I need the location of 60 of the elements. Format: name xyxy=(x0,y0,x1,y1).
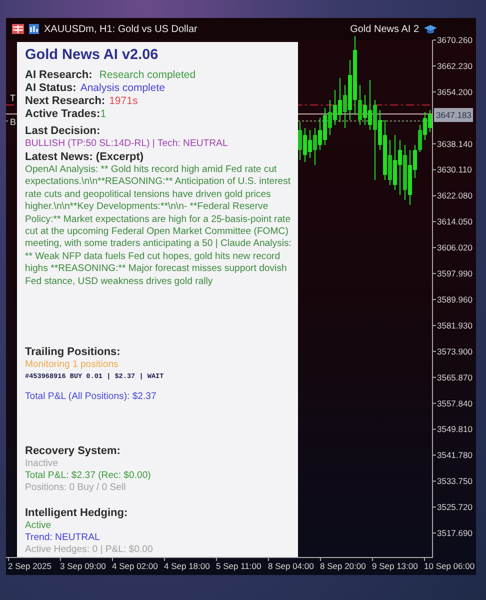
line-label: T xyxy=(9,93,16,103)
time-label: 4 Sep 18:00 xyxy=(164,558,216,575)
recovery-pnl: Total P&L: $2.37 (Rec: $0.00) xyxy=(25,470,151,482)
price-label: 3606.020 xyxy=(437,242,472,253)
decision-text: BULLISH (TP:50 SL:14D-RL) | Tech: NEUTRAL xyxy=(25,138,228,150)
status-label: Next Research: xyxy=(25,95,106,108)
time-label: 9 Sep 13:00 xyxy=(372,558,424,575)
price-label: 3589.960 xyxy=(437,294,472,304)
price-label: 3549.810 xyxy=(437,424,472,434)
chart-icon[interactable] xyxy=(29,24,39,34)
price-label: 3662.230 xyxy=(437,60,472,71)
total-pnl: Total P&L (All Positions): $2.37 xyxy=(25,391,156,404)
price-label: 3525.720 xyxy=(437,502,472,512)
price-label: 3654.200 xyxy=(437,86,472,97)
current-price-label: 3647.183 xyxy=(434,108,474,122)
status-label: AI Research: xyxy=(25,69,92,82)
time-label: 5 Sep 11:00 xyxy=(216,558,268,575)
status-label: AI Status: xyxy=(25,82,76,95)
price-label: 3533.750 xyxy=(437,476,472,486)
section-heading: Trailing Positions: xyxy=(25,346,120,360)
price-label: 3630.110 xyxy=(437,164,472,175)
price-label: 3638.140 xyxy=(437,138,472,149)
hedging-state: Active xyxy=(25,520,52,532)
time-label: 8 Sep 20:00 xyxy=(320,558,372,575)
section-heading: Recovery System: xyxy=(25,445,120,458)
price-label: 3517.690 xyxy=(437,528,472,538)
price-label: 3670.260 xyxy=(437,35,472,45)
time-label: 4 Sep 02:00 xyxy=(112,558,164,575)
graduation-cap-icon[interactable] xyxy=(424,24,437,34)
recovery-positions: Positions: 0 Buy / 0 Sell xyxy=(25,482,126,494)
price-label: 3581.930 xyxy=(437,320,472,330)
time-label: 8 Sep 04:00 xyxy=(268,558,320,575)
status-value: 1 xyxy=(100,108,106,121)
hedges-text: Active Hedges: 0 | P&L: $0.00 xyxy=(25,544,153,556)
grid-icon[interactable] xyxy=(12,24,24,34)
status-value: Analysis complete xyxy=(80,82,165,95)
time-label: 2 Sep 2025 xyxy=(8,558,60,575)
section-heading: Intelligent Hedging: xyxy=(25,507,128,520)
monitoring-status: Monitoring 1 positions xyxy=(25,359,118,372)
price-label: 3573.900 xyxy=(437,346,472,356)
recovery-state: Inactive xyxy=(25,458,58,470)
time-label: 10 Sep 06:00 xyxy=(424,558,476,575)
status-value: 1971s xyxy=(109,95,138,108)
status-value: Research completed xyxy=(99,69,196,82)
panel-title: Gold News AI v2.06 xyxy=(25,47,158,63)
line-label: B xyxy=(9,117,18,127)
price-label: 3557.840 xyxy=(437,398,472,408)
expert-name: Gold News AI 2 xyxy=(350,24,419,34)
price-label: 3622.080 xyxy=(437,190,472,201)
price-label: 3597.990 xyxy=(437,268,472,279)
window-title: XAUUSDm, H1: Gold vs US Dollar xyxy=(44,24,198,34)
price-label: 3565.870 xyxy=(437,372,472,382)
time-label: 3 Sep 09:00 xyxy=(60,558,112,575)
section-heading: Latest News: (Excerpt) xyxy=(25,151,144,164)
trend-text: Trend: NEUTRAL xyxy=(25,532,100,544)
status-label: Active Trades: xyxy=(25,108,100,121)
section-heading: Last Decision: xyxy=(25,125,100,138)
price-label: 3614.050 xyxy=(437,216,472,227)
news-text: OpenAI Analysis: ** Gold hits record high amid Fed rate cut expectations.\n\n**REASONING:** Anticipation of U.S. interest rate cuts and geopolitical tensions have driven gold prices higher.\n\n**Key Developments:**\n\n- **Federal Reserve Policy:** Market expectations are high for a 25-basis-point rate cut at the upcoming Federal Open Market Committee (FOMC) meeting, with some traders anticipating a 50 | Claude Analysis: ** Weak NFP data fuels Fed cut hopes, gold hits new record highs **REASONING:** Major forecast misses support dovish Fed stance, USD weakness drives gold rally xyxy=(25,164,292,288)
price-label: 3541.780 xyxy=(437,450,472,460)
